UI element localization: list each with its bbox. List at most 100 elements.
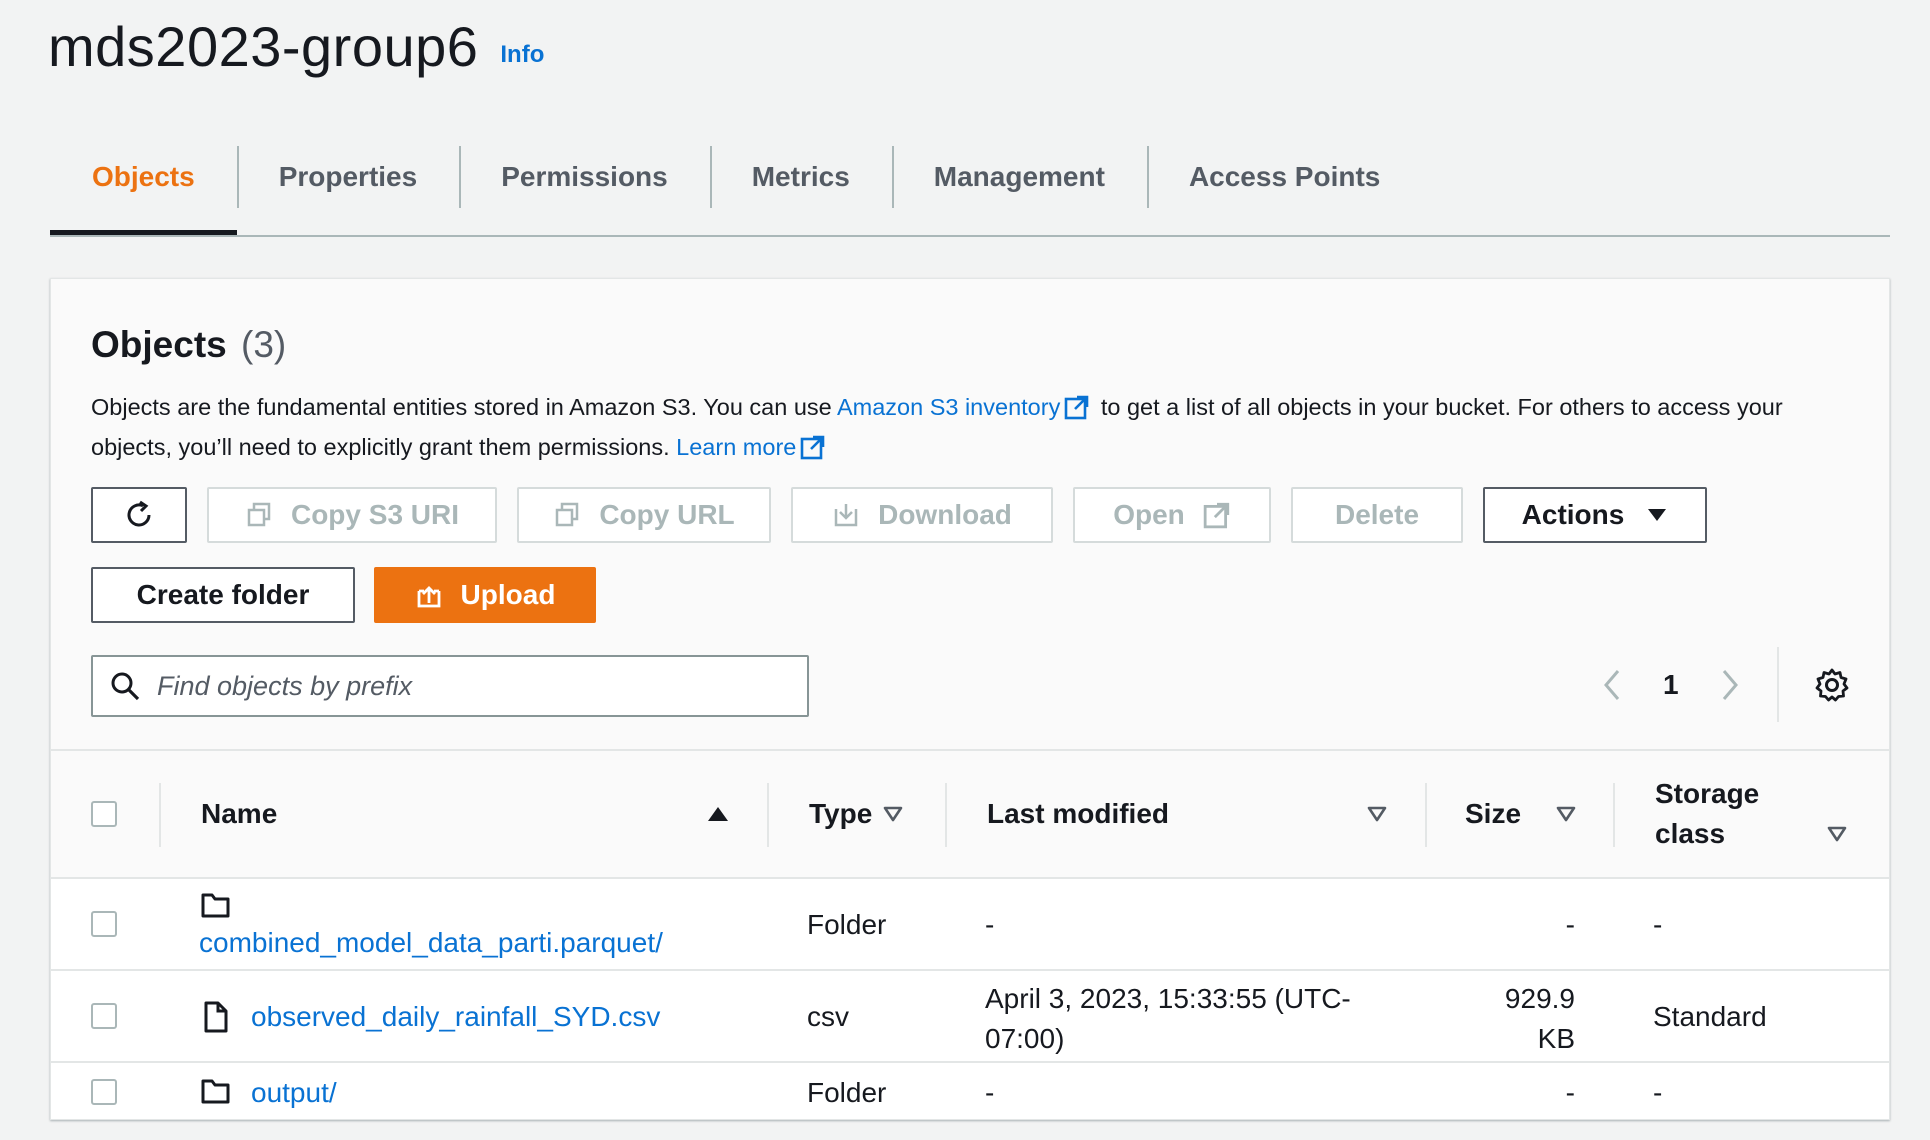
delete-button[interactable]: Delete	[1291, 487, 1463, 543]
column-divider	[1425, 783, 1427, 847]
external-link-icon	[1203, 502, 1229, 529]
select-all-checkbox[interactable]	[91, 801, 117, 827]
object-type: Folder	[807, 909, 887, 940]
column-header-size-label: Size	[1465, 798, 1522, 829]
chevron-right-icon[interactable]	[1719, 668, 1741, 702]
pagination-divider	[1777, 647, 1779, 722]
actions-label: Actions	[1521, 499, 1625, 530]
external-link-icon[interactable]	[1064, 394, 1090, 420]
column-header-type-label: Type	[809, 798, 873, 829]
tab-bar: Objects Properties Permissions Metrics M…	[50, 132, 1890, 237]
object-name-link[interactable]: observed_daily_rainfall_SYD.csv	[251, 1001, 660, 1033]
object-last-modified-line-1: April 3, 2023, 15:33:55 (UTC-	[985, 983, 1351, 1014]
object-storage-class: Standard	[1653, 1001, 1767, 1032]
objects-table: Name Type Last modified Size Storage cla…	[51, 749, 1889, 1119]
page-number[interactable]: 1	[1663, 669, 1679, 701]
object-last-modified: -	[985, 909, 995, 940]
column-divider	[767, 783, 769, 847]
refresh-button[interactable]	[91, 487, 187, 543]
page-title: mds2023-group6	[48, 15, 479, 78]
create-folder-button[interactable]: Create folder	[91, 567, 355, 623]
folder-icon	[201, 893, 230, 918]
object-size: -	[1565, 909, 1575, 940]
column-divider	[1613, 783, 1615, 847]
table-row: output/ Folder - - -	[51, 1063, 1889, 1119]
inventory-link[interactable]: Amazon S3 inventory	[837, 394, 1060, 420]
upload-button[interactable]: Upload	[374, 567, 596, 623]
download-icon	[834, 504, 858, 527]
row-checkbox[interactable]	[91, 1079, 117, 1105]
search-icon	[111, 672, 140, 701]
object-storage-class: -	[1653, 909, 1663, 940]
object-size-value: 929.9	[1504, 983, 1575, 1014]
object-size-unit: KB	[1537, 1023, 1575, 1054]
actions-dropdown[interactable]: Actions	[1483, 487, 1707, 543]
info-link[interactable]: Info	[500, 41, 544, 69]
object-name-link[interactable]: output/	[251, 1077, 337, 1109]
search-input[interactable]	[155, 669, 779, 703]
page-header: mds2023-group6 Info	[48, 0, 544, 75]
tab-access-points[interactable]: Access Points	[1146, 132, 1422, 222]
object-last-modified: -	[985, 1077, 995, 1108]
desc-text-1: Objects are the fundamental entities sto…	[91, 394, 837, 420]
table-row: combined_model_data_parti.parquet/ Folde…	[51, 879, 1889, 971]
file-icon	[204, 1001, 228, 1033]
tab-properties[interactable]: Properties	[236, 132, 460, 222]
download-button[interactable]: Download	[791, 487, 1053, 543]
column-header-storage-label-2: class	[1655, 818, 1726, 849]
download-label: Download	[878, 499, 1012, 530]
sort-icon[interactable]	[883, 805, 903, 823]
object-last-modified: April 3, 2023, 15:33:55 (UTC- 07:00)	[985, 979, 1351, 1059]
sort-ascending-icon[interactable]	[707, 805, 729, 823]
object-type: Folder	[807, 1077, 887, 1108]
delete-label: Delete	[1334, 499, 1420, 530]
column-header-name[interactable]: Name	[201, 751, 277, 877]
refresh-icon	[127, 500, 151, 527]
copy-s3-uri-button[interactable]: Copy S3 URI	[207, 487, 497, 543]
object-name-link[interactable]: combined_model_data_parti.parquet/	[199, 927, 663, 959]
copy-icon	[556, 502, 579, 527]
objects-description: Objects are the fundamental entities sto…	[91, 387, 1851, 467]
learn-more-link[interactable]: Learn more	[676, 434, 796, 460]
column-header-storage-label-1: Storage	[1655, 778, 1760, 809]
object-size: 929.9 KB	[1451, 979, 1575, 1059]
column-header-last-modified[interactable]: Last modified	[987, 751, 1169, 877]
objects-title: Objects	[91, 324, 227, 365]
open-label: Open	[1113, 499, 1185, 530]
row-checkbox[interactable]	[91, 911, 117, 937]
upload-label: Upload	[460, 579, 556, 610]
sort-icon[interactable]	[1827, 825, 1847, 843]
column-header-name-label: Name	[201, 798, 278, 829]
table-row: observed_daily_rainfall_SYD.csv csv Apri…	[51, 971, 1889, 1063]
search-field[interactable]	[91, 655, 809, 717]
column-divider	[945, 783, 947, 847]
column-header-size[interactable]: Size	[1465, 751, 1521, 877]
tab-objects[interactable]: Objects	[50, 132, 237, 235]
column-header-storage-class[interactable]: Storage class	[1655, 751, 1759, 877]
column-header-last-modified-label: Last modified	[987, 798, 1170, 829]
column-header-type[interactable]: Type	[809, 751, 872, 877]
tab-permissions[interactable]: Permissions	[459, 132, 710, 222]
copy-url-button[interactable]: Copy URL	[517, 487, 771, 543]
upload-icon	[417, 586, 440, 608]
caret-down-icon	[1648, 509, 1667, 521]
objects-heading: Objects (3)	[91, 324, 286, 366]
object-type: csv	[807, 1001, 849, 1032]
object-last-modified-line-2: 07:00)	[985, 1023, 1065, 1054]
gear-icon[interactable]	[1814, 667, 1850, 703]
pagination: 1	[1601, 659, 1741, 711]
sort-icon[interactable]	[1556, 805, 1576, 823]
row-checkbox[interactable]	[91, 1003, 117, 1029]
tab-metrics[interactable]: Metrics	[709, 132, 892, 222]
objects-panel: Objects (3) Objects are the fundamental …	[50, 278, 1890, 1120]
sort-icon[interactable]	[1367, 805, 1387, 823]
create-folder-label: Create folder	[136, 579, 310, 610]
table-header: Name Type Last modified Size Storage cla…	[51, 749, 1889, 879]
tab-management[interactable]: Management	[891, 132, 1147, 222]
open-button[interactable]: Open	[1073, 487, 1271, 543]
chevron-left-icon[interactable]	[1601, 668, 1623, 702]
external-link-icon[interactable]	[800, 434, 826, 460]
column-divider	[159, 783, 161, 847]
folder-icon	[201, 1079, 230, 1104]
object-size: -	[1565, 1077, 1575, 1108]
